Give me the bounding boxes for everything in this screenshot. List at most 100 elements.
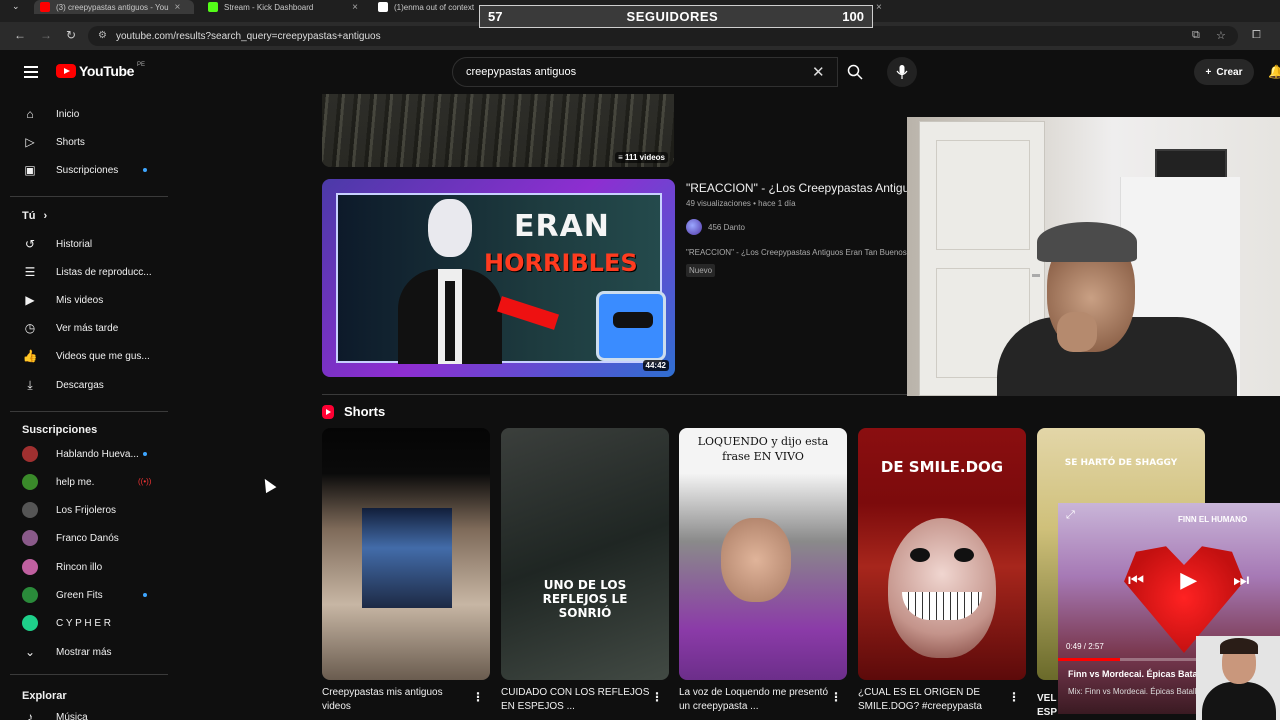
- sidebar-item-liked-videos[interactable]: 👍 Videos que me gus...: [22, 345, 162, 367]
- tab-kick[interactable]: Stream - Kick Dashboard ×: [208, 0, 358, 14]
- subscription-item[interactable]: Los Frijoleros: [22, 499, 162, 521]
- sidebar-divider: [10, 674, 168, 675]
- sidebar-item-suscripciones[interactable]: ▣ Suscripciones: [22, 159, 162, 181]
- subscriptions-section-title: Suscripciones: [22, 424, 98, 436]
- sidebar-divider: [10, 411, 168, 412]
- search-icon: [847, 64, 863, 80]
- subscription-item[interactable]: Franco Danós: [22, 527, 162, 549]
- short-thumbnail[interactable]: LOQUENDO y dijo esta frase EN VIVO: [679, 428, 847, 680]
- more-options-icon[interactable]: ⋮: [472, 690, 484, 704]
- avatar: [22, 530, 38, 546]
- subscription-item[interactable]: help me. ((•)): [22, 471, 162, 493]
- playlist-thumbnail[interactable]: ≡ 111 videos: [322, 94, 674, 167]
- more-options-icon[interactable]: ⋮: [1008, 690, 1020, 704]
- sidebar-item-historial[interactable]: ↺ Historial: [22, 233, 162, 255]
- sidebar-item-label: Suscripciones: [56, 164, 119, 176]
- site-info-icon[interactable]: ⚙: [98, 30, 107, 41]
- close-tab-icon[interactable]: ×: [352, 2, 358, 13]
- followers-label: SEGUIDORES: [626, 9, 719, 24]
- tab-youtube[interactable]: (3) creepypastas antiguos - You ×: [34, 0, 194, 14]
- forward-icon[interactable]: →: [40, 28, 52, 42]
- back-icon[interactable]: ←: [14, 28, 26, 42]
- sidebar-item-shorts[interactable]: ▷ Shorts: [22, 131, 162, 153]
- previous-icon[interactable]: ⏮: [1128, 570, 1144, 591]
- close-tab-icon[interactable]: ×: [876, 2, 882, 13]
- shorts-icon: ▷: [25, 135, 35, 149]
- close-tab-icon[interactable]: ×: [175, 2, 181, 13]
- history-icon: ↺: [24, 237, 36, 251]
- show-more-label: Mostrar más: [56, 646, 112, 658]
- next-icon[interactable]: ⏭: [1233, 570, 1249, 591]
- kick-favicon-icon: [208, 2, 218, 12]
- notifications-bell-icon[interactable]: 🔔: [1268, 64, 1280, 80]
- short-artwork: [362, 508, 452, 608]
- sidebar-you-header[interactable]: Tú ›: [22, 205, 162, 227]
- short-overlay-text: SE HARTÓ DE SHAGGY: [1064, 458, 1178, 468]
- subscription-item[interactable]: Green Fits: [22, 584, 162, 606]
- sidebar-item-mis-videos[interactable]: ▶ Mis videos: [22, 289, 162, 311]
- thumbnail-text-line1: ERAN: [514, 209, 610, 244]
- short-thumbnail[interactable]: UNO DE LOS REFLEJOS LE SONRIÓ: [501, 428, 669, 680]
- video-thumbnail[interactable]: ERAN HORRIBLES 44:42: [322, 179, 675, 377]
- video-duration: 44:42: [642, 360, 669, 371]
- expand-icon[interactable]: ⤢: [1066, 509, 1075, 522]
- short-title[interactable]: La voz de Loquendo me presentó un creepy…: [679, 686, 829, 714]
- subscription-item[interactable]: Hablando Hueva...: [22, 443, 162, 465]
- sidebar: ⌂ Inicio ▷ Shorts ▣ Suscripciones Tú › ↺…: [0, 94, 168, 720]
- tab-chatbot[interactable]: ×: [876, 0, 916, 14]
- install-app-icon[interactable]: ⧉: [1192, 29, 1200, 42]
- playlist-icon: ≡: [618, 153, 625, 162]
- short-overlay-text: DE SMILE.DOG: [880, 458, 1004, 476]
- menu-icon[interactable]: [24, 66, 38, 78]
- tab-tiktok[interactable]: (1)enma out of context: [378, 0, 478, 14]
- new-badge: Nuevo: [686, 264, 716, 277]
- plus-icon: +: [1205, 66, 1212, 78]
- sidebar-item-label: Música: [56, 711, 88, 720]
- bookmark-star-icon[interactable]: ☆: [1216, 29, 1226, 42]
- reload-icon[interactable]: ↻: [66, 28, 76, 42]
- voice-search-button[interactable]: [887, 57, 917, 87]
- subscription-item[interactable]: Rincon illo: [22, 556, 162, 578]
- avatar: [22, 446, 38, 462]
- sidebar-item-label: Green Fits: [56, 589, 103, 601]
- show-more-button[interactable]: ⌄ Mostrar más: [22, 641, 162, 663]
- short-title[interactable]: ¿CUAL ES EL ORIGEN DE SMILE.DOG? #creepy…: [858, 686, 1008, 714]
- followers-goal: 100: [842, 9, 864, 24]
- search-button[interactable]: [838, 57, 872, 87]
- short-title[interactable]: Creepypastas mis antiguos videos: [322, 686, 472, 714]
- play-icon[interactable]: ▶: [1180, 567, 1197, 593]
- tab-label: (3) creepypastas antiguos - You: [56, 2, 169, 12]
- short-title[interactable]: CUIDADO CON LOS REFLEJOS EN ESPEJOS ...: [501, 686, 651, 714]
- more-options-icon[interactable]: ⋮: [651, 690, 663, 704]
- search-input[interactable]: creepypastas antiguos: [452, 57, 838, 87]
- sidebar-item-descargas[interactable]: ⤓ Descargas: [22, 374, 162, 396]
- video-meta: 49 visualizaciones • hace 1 día: [686, 199, 796, 208]
- tab-list-dropdown-icon[interactable]: ⌄: [12, 1, 20, 12]
- create-button[interactable]: + Crear: [1194, 59, 1254, 85]
- tab-label: Stream - Kick Dashboard: [224, 2, 314, 12]
- channel-name: 456 Danto: [708, 222, 745, 232]
- video-title[interactable]: "REACCION" - ¿Los Creepypastas Antiguos …: [686, 181, 908, 195]
- presenter-cam: [1196, 636, 1280, 720]
- url-field[interactable]: youtube.com/results?search_query=creepyp…: [88, 26, 1238, 46]
- shorts-header: Shorts: [322, 404, 385, 419]
- slenderman-figure: [398, 199, 502, 364]
- short-thumbnail[interactable]: DE SMILE.DOG: [858, 428, 1026, 680]
- mini-player-overlay-label: FINN EL HUMANO: [1178, 515, 1248, 524]
- cube-character: [596, 291, 666, 361]
- followers-current: 57: [488, 9, 503, 24]
- sidebar-item-inicio[interactable]: ⌂ Inicio: [22, 103, 162, 125]
- sidebar-item-musica[interactable]: ♪ Música: [22, 710, 162, 720]
- subscription-item[interactable]: C Y P H E R: [22, 612, 162, 634]
- clear-search-icon[interactable]: ✕: [812, 63, 825, 81]
- short-thumbnail[interactable]: [322, 428, 490, 680]
- sidebar-item-ver-mas-tarde[interactable]: ◷ Ver más tarde: [22, 317, 162, 339]
- youtube-logo[interactable]: YouTube PE: [56, 62, 145, 79]
- short-title[interactable]: VEL ESP: [1037, 692, 1057, 720]
- sidebar-item-listas[interactable]: ☰ Listas de reproducc...: [22, 261, 162, 283]
- channel-link[interactable]: 456 Danto: [686, 219, 745, 235]
- youtube-favicon-icon: [40, 2, 50, 12]
- extensions-icon[interactable]: ⧠: [1252, 29, 1261, 42]
- more-options-icon[interactable]: ⋮: [830, 690, 842, 704]
- mini-player-time: 0:49 / 2:57: [1066, 642, 1104, 651]
